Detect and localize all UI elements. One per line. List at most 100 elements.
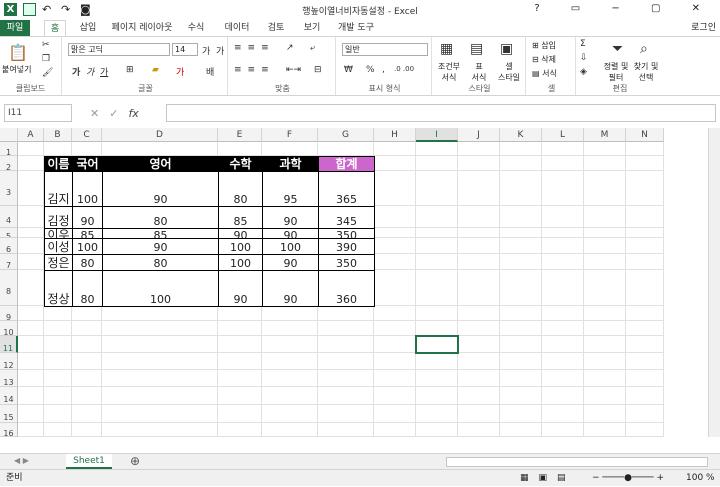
row-header-5[interactable]: 5 [0, 228, 18, 238]
tab-developer[interactable]: 개발 도구 [334, 20, 378, 36]
horizontal-scrollbar[interactable] [446, 457, 708, 467]
accounting-icon[interactable]: ₩ [344, 65, 353, 75]
decimal-icons[interactable]: .0 .00 [394, 65, 414, 73]
tab-view[interactable]: 보기 [300, 20, 324, 36]
copy-icon[interactable]: ❐ [42, 54, 50, 64]
zoom-slider[interactable]: − ────●──── + [592, 470, 664, 487]
column-header-f[interactable]: F [262, 128, 318, 142]
underline-icon[interactable]: 가 [100, 65, 108, 78]
format-table-icon[interactable]: ▤ [470, 41, 483, 57]
shrink-font-icon[interactable]: 가 [216, 44, 224, 57]
font-size-select[interactable]: 14 [172, 43, 198, 56]
gridline-vertical [457, 142, 458, 437]
row-header-4[interactable]: 4 [0, 206, 18, 228]
column-header-a[interactable]: A [18, 128, 44, 142]
orientation-icon[interactable]: ↗ [286, 43, 294, 53]
format-painter-icon[interactable]: 🖌 [42, 68, 53, 78]
format-table-button[interactable]: 표 서식 [464, 61, 494, 83]
paste-button[interactable]: 붙여넣기 [2, 64, 31, 75]
column-header-j[interactable]: J [458, 128, 500, 142]
clear-icon[interactable]: ◈ [580, 67, 587, 77]
conditional-format-button[interactable]: 조건부 서식 [434, 61, 464, 83]
enter-icon[interactable]: ✓ [109, 107, 118, 120]
selected-cell-i11[interactable] [415, 335, 459, 354]
percent-icon[interactable]: % [366, 65, 375, 75]
format-cells-button[interactable]: ▤ 서식 [532, 68, 557, 79]
row-header-9[interactable]: 9 [0, 306, 18, 321]
column-header-l[interactable]: L [542, 128, 584, 142]
border-icon[interactable]: ⊞ [126, 65, 134, 75]
row-header-7[interactable]: 7 [0, 254, 18, 270]
conditional-format-icon[interactable]: ▦ [440, 41, 453, 57]
zoom-level[interactable]: 100 % [686, 470, 715, 487]
tab-home[interactable]: 홈 [44, 20, 66, 36]
find-select-button[interactable]: 찾기 및 선택 [630, 61, 662, 83]
column-header-c[interactable]: C [72, 128, 102, 142]
column-header-m[interactable]: M [584, 128, 626, 142]
add-sheet-icon[interactable]: ⊕ [130, 454, 140, 468]
column-header-n[interactable]: N [626, 128, 664, 142]
row-header-15[interactable]: 15 [0, 405, 18, 423]
grow-font-icon[interactable]: 가 [202, 44, 210, 57]
login-link[interactable]: 로그인 [691, 20, 716, 36]
tab-review[interactable]: 검토 [264, 20, 288, 36]
row-header-10[interactable]: 10 [0, 321, 18, 336]
column-header-k[interactable]: K [500, 128, 542, 142]
sheet-tab[interactable]: Sheet1 [66, 454, 112, 469]
row-header-3[interactable]: 3 [0, 171, 18, 206]
indent-icon[interactable]: ⇤⇥ [286, 65, 301, 75]
tab-data[interactable]: 데이터 [222, 20, 252, 36]
name-box[interactable]: I11 [4, 104, 72, 122]
autosum-icon[interactable]: Σ [580, 39, 586, 49]
vertical-scrollbar[interactable] [708, 128, 720, 437]
find-icon[interactable]: ⌕ [640, 41, 648, 57]
row-header-8[interactable]: 8 [0, 270, 18, 306]
tab-file[interactable]: 파일 [0, 20, 30, 36]
column-header-g[interactable]: G [318, 128, 374, 142]
column-header-e[interactable]: E [218, 128, 262, 142]
insert-cells-button[interactable]: ⊞ 삽입 [532, 40, 556, 51]
status-ready: 준비 [6, 473, 23, 483]
sheet-nav-icons[interactable]: ◀ ▶ [14, 456, 29, 465]
select-all-corner[interactable] [0, 128, 18, 142]
paste-icon[interactable]: 📋 [8, 43, 28, 62]
column-header-d[interactable]: D [102, 128, 218, 142]
italic-icon[interactable]: 가 [86, 65, 94, 78]
column-header-h[interactable]: H [374, 128, 416, 142]
horizontal-align-icons[interactable]: ≡≡≡ [234, 65, 275, 75]
row-header-12[interactable]: 12 [0, 353, 18, 370]
cell-styles-button[interactable]: 셀 스타일 [494, 61, 524, 83]
merge-center-icon[interactable]: ⊟ [314, 65, 322, 75]
row-header-6[interactable]: 6 [0, 238, 18, 254]
row-header-11[interactable]: 11 [0, 336, 18, 353]
row-header-14[interactable]: 14 [0, 387, 18, 405]
sort-filter-button[interactable]: 정렬 및 필터 [600, 61, 632, 83]
column-header-b[interactable]: B [44, 128, 72, 142]
cut-icon[interactable]: ✂ [42, 40, 50, 50]
sort-filter-icon[interactable]: ⏷ [612, 41, 623, 57]
vertical-align-icons[interactable]: ≡≡≡ [234, 43, 275, 53]
column-header-i[interactable]: I [416, 128, 458, 142]
row-header-2[interactable]: 2 [0, 156, 18, 171]
phonetic-icon[interactable]: 배 [206, 65, 214, 78]
font-name-select[interactable]: 맑은 고딕 [68, 43, 170, 56]
delete-cells-button[interactable]: ⊟ 삭제 [532, 54, 556, 65]
font-color-icon[interactable]: 가 [176, 65, 184, 78]
tab-page-layout[interactable]: 페이지 레이아웃 [110, 20, 174, 36]
cancel-icon[interactable]: ✕ [90, 107, 99, 120]
number-format-select[interactable]: 일반 [342, 43, 428, 56]
cell-styles-icon[interactable]: ▣ [500, 41, 513, 57]
wrap-text-icon[interactable]: ⤶ [310, 43, 315, 53]
view-icons[interactable]: ▦▣▤ [520, 470, 576, 487]
tab-insert[interactable]: 삽입 [76, 20, 100, 36]
bold-icon[interactable]: 가 [72, 65, 80, 78]
tab-formulas[interactable]: 수식 [184, 20, 208, 36]
formula-input[interactable] [166, 104, 716, 122]
fill-color-icon[interactable]: ▰ [152, 65, 159, 75]
insert-function-icon[interactable]: fx [128, 107, 138, 120]
fill-icon[interactable]: ⇩ [580, 53, 588, 63]
comma-icon[interactable]: , [382, 65, 385, 75]
row-header-1[interactable]: 1 [0, 142, 18, 156]
row-header-13[interactable]: 13 [0, 370, 18, 387]
row-header-16[interactable]: 16 [0, 423, 18, 437]
